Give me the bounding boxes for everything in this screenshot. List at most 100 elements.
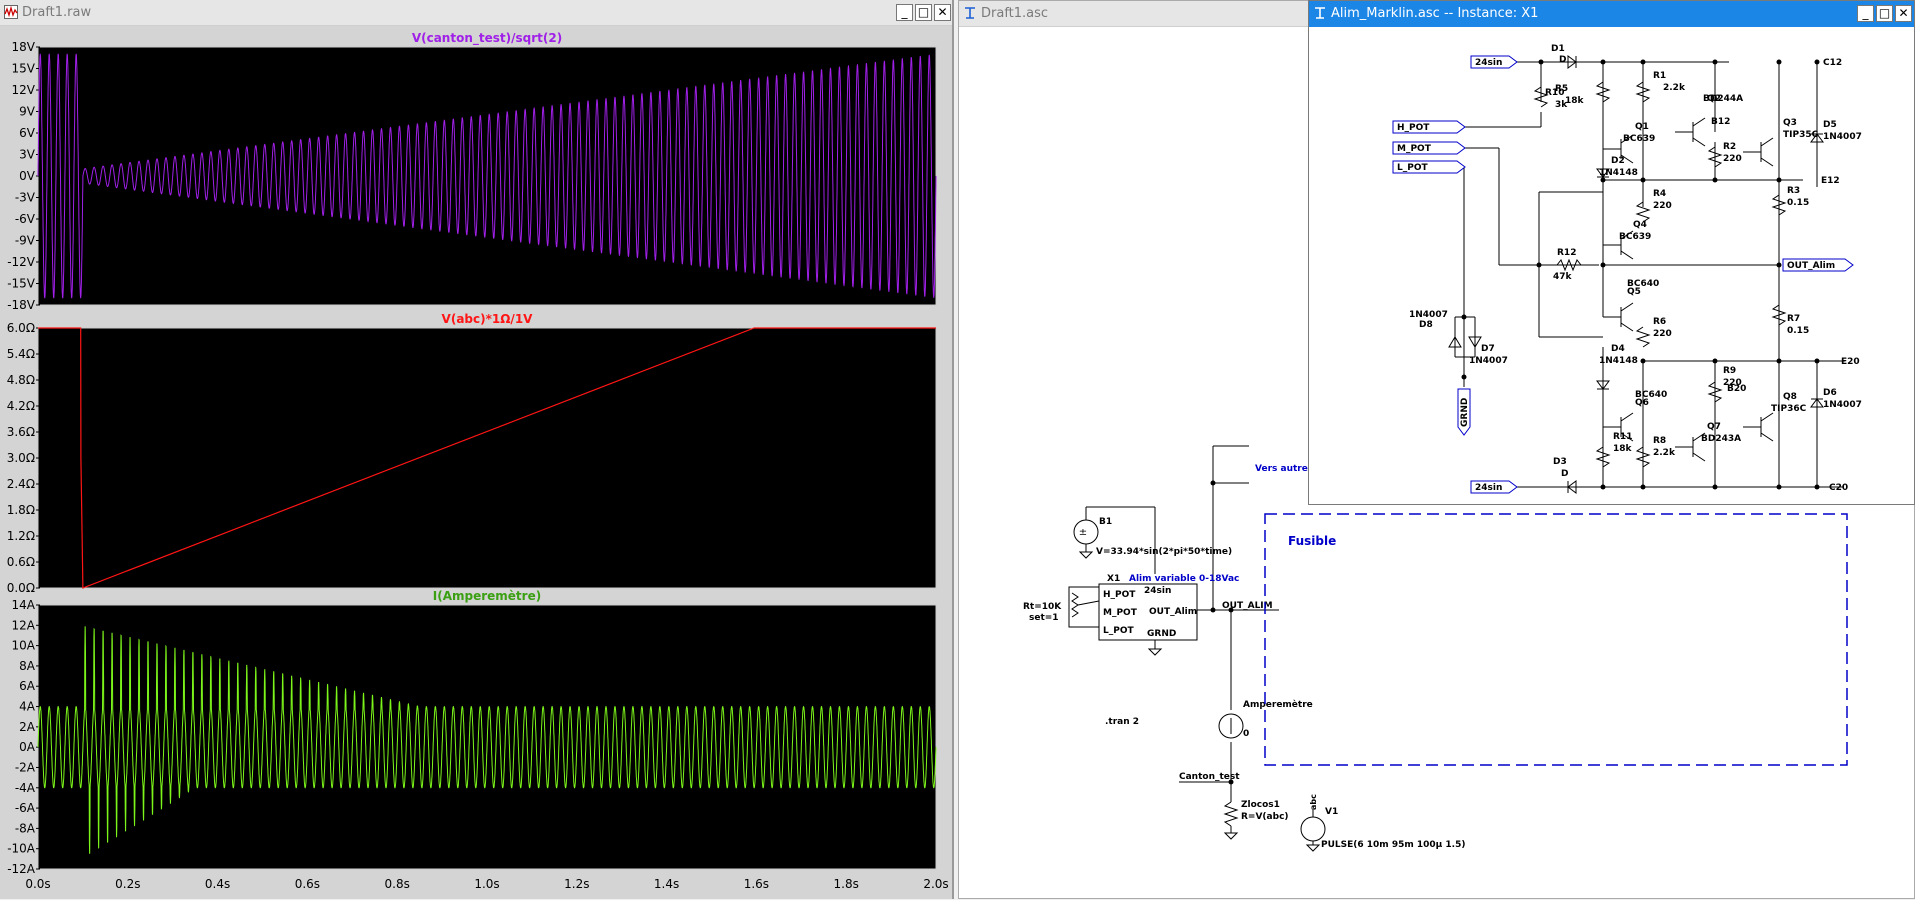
part-ref-r8[interactable]: R8 (1653, 436, 1666, 446)
part-value-r11[interactable]: 18k (1613, 444, 1633, 454)
close-button[interactable]: ✕ (934, 4, 951, 21)
x1-pin-grnd: GRND (1147, 629, 1176, 639)
v1-name: V1 (1325, 807, 1338, 817)
part-ref-d3[interactable]: D3 (1553, 457, 1567, 467)
port-out-alim[interactable]: OUT_Alim (1787, 261, 1835, 271)
subcircuit-canvas[interactable]: 24sin H_POT M_POT L_POT OUT_Alim 24sin G… (1309, 27, 1914, 504)
waveform-titlebar[interactable]: Draft1.raw (0, 0, 952, 26)
part-value-q6[interactable]: BC640 (1635, 390, 1667, 400)
pane-vcanton[interactable]: V(canton_test)/sqrt(2) 18V 15V 12V 9V 6V 3V 0V… (7, 31, 937, 312)
subcircuit-window-title: Alim_Marklin.asc -- Instance: X1 (1331, 6, 1539, 21)
minimize-button[interactable]: _ (1857, 5, 1874, 22)
net-canton-test[interactable]: Canton_test (1179, 772, 1240, 782)
y-tick-label: 6.0Ω (7, 321, 35, 335)
port-l-pot[interactable]: L_POT (1397, 163, 1428, 173)
waveform-plot-area[interactable]: V(canton_test)/sqrt(2) 18V 15V 12V 9V 6V 3V 0V… (0, 26, 952, 899)
part-ref-q8[interactable]: Q8 (1783, 392, 1797, 402)
part-value-r6[interactable]: 220 (1653, 329, 1672, 339)
rail-c20[interactable]: C20 (1829, 483, 1848, 493)
y-tick-label: 6A (19, 679, 36, 693)
part-ref-d1[interactable]: D1 (1551, 44, 1565, 54)
part-value-r1[interactable]: 2.2k (1663, 83, 1686, 93)
part-ref-r5[interactable]: R5 (1555, 84, 1568, 94)
part-value-q2[interactable]: BD244A (1703, 94, 1743, 104)
part-ref-r12[interactable]: R12 (1557, 248, 1576, 258)
part-value-r4[interactable]: 220 (1653, 201, 1672, 211)
subcircuit-window[interactable]: Alim_Marklin.asc -- Instance: X1 _ □ ✕ 2… (1308, 0, 1915, 505)
part-value-d2[interactable]: 1N4148 (1599, 168, 1638, 178)
y-tick-label: 0.0Ω (7, 581, 35, 595)
maximize-button[interactable]: □ (1876, 5, 1893, 22)
part-ref-q3[interactable]: Q3 (1783, 118, 1797, 128)
part-ref-r6[interactable]: R6 (1653, 317, 1666, 327)
trace-title-vabc[interactable]: V(abc)*1Ω/1V (442, 312, 534, 326)
waveform-window[interactable]: Draft1.raw _ □ ✕ V(canton_test)/sqrt(2) … (0, 0, 954, 899)
part-value-q5[interactable]: BC640 (1627, 279, 1659, 289)
port-grnd[interactable]: GRND (1460, 398, 1470, 427)
part-value-q3[interactable]: TIP35C (1783, 130, 1819, 140)
rail-e20[interactable]: E20 (1841, 357, 1860, 367)
port-h-pot[interactable]: H_POT (1397, 123, 1430, 133)
part-value-q4[interactable]: BC639 (1619, 232, 1651, 242)
part-value-r3[interactable]: 0.15 (1787, 198, 1809, 208)
minimize-button[interactable]: _ (896, 4, 913, 21)
part-ref-r2[interactable]: R2 (1723, 142, 1736, 152)
part-ref-r3[interactable]: R3 (1787, 186, 1800, 196)
fuse-box[interactable] (1264, 513, 1848, 766)
part-ref-r1[interactable]: R1 (1653, 71, 1666, 81)
part-ref-q4[interactable]: Q4 (1633, 220, 1647, 230)
part-value-d1[interactable]: D (1559, 55, 1566, 65)
part-ref-d6[interactable]: D6 (1823, 388, 1837, 398)
schematic-icon (1315, 7, 1325, 19)
maximize-button[interactable]: □ (915, 4, 932, 21)
part-ref-d4[interactable]: D4 (1611, 344, 1625, 354)
part-value-r7[interactable]: 0.15 (1787, 326, 1809, 336)
part-value-d6[interactable]: 1N4007 (1823, 400, 1862, 410)
part-value-q7[interactable]: BD243A (1701, 434, 1741, 444)
rail-e12[interactable]: E12 (1821, 176, 1840, 186)
part-value-r2[interactable]: 220 (1723, 154, 1742, 164)
part-value-d8[interactable]: 1N4007 (1409, 310, 1448, 320)
x-tick-label: 1.2s (564, 877, 589, 891)
part-ref-d8[interactable]: D8 (1419, 320, 1433, 330)
part-ref-d2[interactable]: D2 (1611, 156, 1625, 166)
rail-c12[interactable]: C12 (1823, 58, 1842, 68)
port-24sin-top[interactable]: 24sin (1475, 58, 1502, 68)
y-tick-label: -12V (7, 255, 36, 269)
part-value-q8[interactable]: TIP36C (1771, 404, 1807, 414)
x1-pin-m: M_POT (1103, 608, 1138, 618)
tran-directive[interactable]: .tran 2 (1105, 717, 1139, 727)
net-abc[interactable]: abc (1309, 794, 1318, 810)
part-value-d4[interactable]: 1N4148 (1599, 356, 1638, 366)
y-tick-label: -3V (15, 191, 36, 205)
part-ref-q1[interactable]: Q1 (1635, 122, 1649, 132)
part-value-r12[interactable]: 47k (1553, 272, 1573, 282)
y-tick-label: 2A (19, 720, 36, 734)
part-value-d7[interactable]: 1N4007 (1469, 356, 1508, 366)
x-tick-label: 0.0s (25, 877, 50, 891)
pane-iamp[interactable]: I(Amperemètre) 14A 12A 10A 8A 6A 4A 2A 0A -2A -4A… (7, 589, 948, 891)
pane-vabc[interactable]: V(abc)*1Ω/1V 6.0Ω 5.4Ω 4.8Ω 4.2Ω 3.6Ω 3.0Ω 2.4… (7, 312, 937, 595)
trace-title-iamp[interactable]: I(Amperemètre) (433, 589, 541, 603)
part-value-r5[interactable]: 18k (1565, 96, 1585, 106)
part-ref-r9[interactable]: R9 (1723, 366, 1736, 376)
part-ref-r4[interactable]: R4 (1653, 189, 1666, 199)
subcircuit-titlebar[interactable]: Alim_Marklin.asc -- Instance: X1 (1309, 1, 1914, 27)
part-ref-b20[interactable]: B20 (1727, 384, 1746, 394)
part-ref-r7[interactable]: R7 (1787, 314, 1800, 324)
part-ref-d7[interactable]: D7 (1481, 344, 1495, 354)
part-ref-q7[interactable]: Q7 (1707, 422, 1721, 432)
y-tick-label: -6V (15, 212, 36, 226)
trace-title-vcanton[interactable]: V(canton_test)/sqrt(2) (412, 31, 562, 46)
part-value-d5[interactable]: 1N4007 (1823, 132, 1862, 142)
part-value-d3[interactable]: D (1561, 469, 1568, 479)
part-ref-r11[interactable]: R11 (1613, 432, 1632, 442)
part-value-r8[interactable]: 2.2k (1653, 448, 1676, 458)
part-value-q1[interactable]: BC639 (1623, 134, 1655, 144)
port-24sin-bottom[interactable]: 24sin (1475, 483, 1502, 493)
port-m-pot[interactable]: M_POT (1397, 144, 1432, 154)
part-ref-b12[interactable]: B12 (1711, 117, 1730, 127)
y-tick-label: 1.2Ω (7, 529, 35, 543)
close-button[interactable]: ✕ (1895, 5, 1912, 22)
part-ref-d5[interactable]: D5 (1823, 120, 1837, 130)
